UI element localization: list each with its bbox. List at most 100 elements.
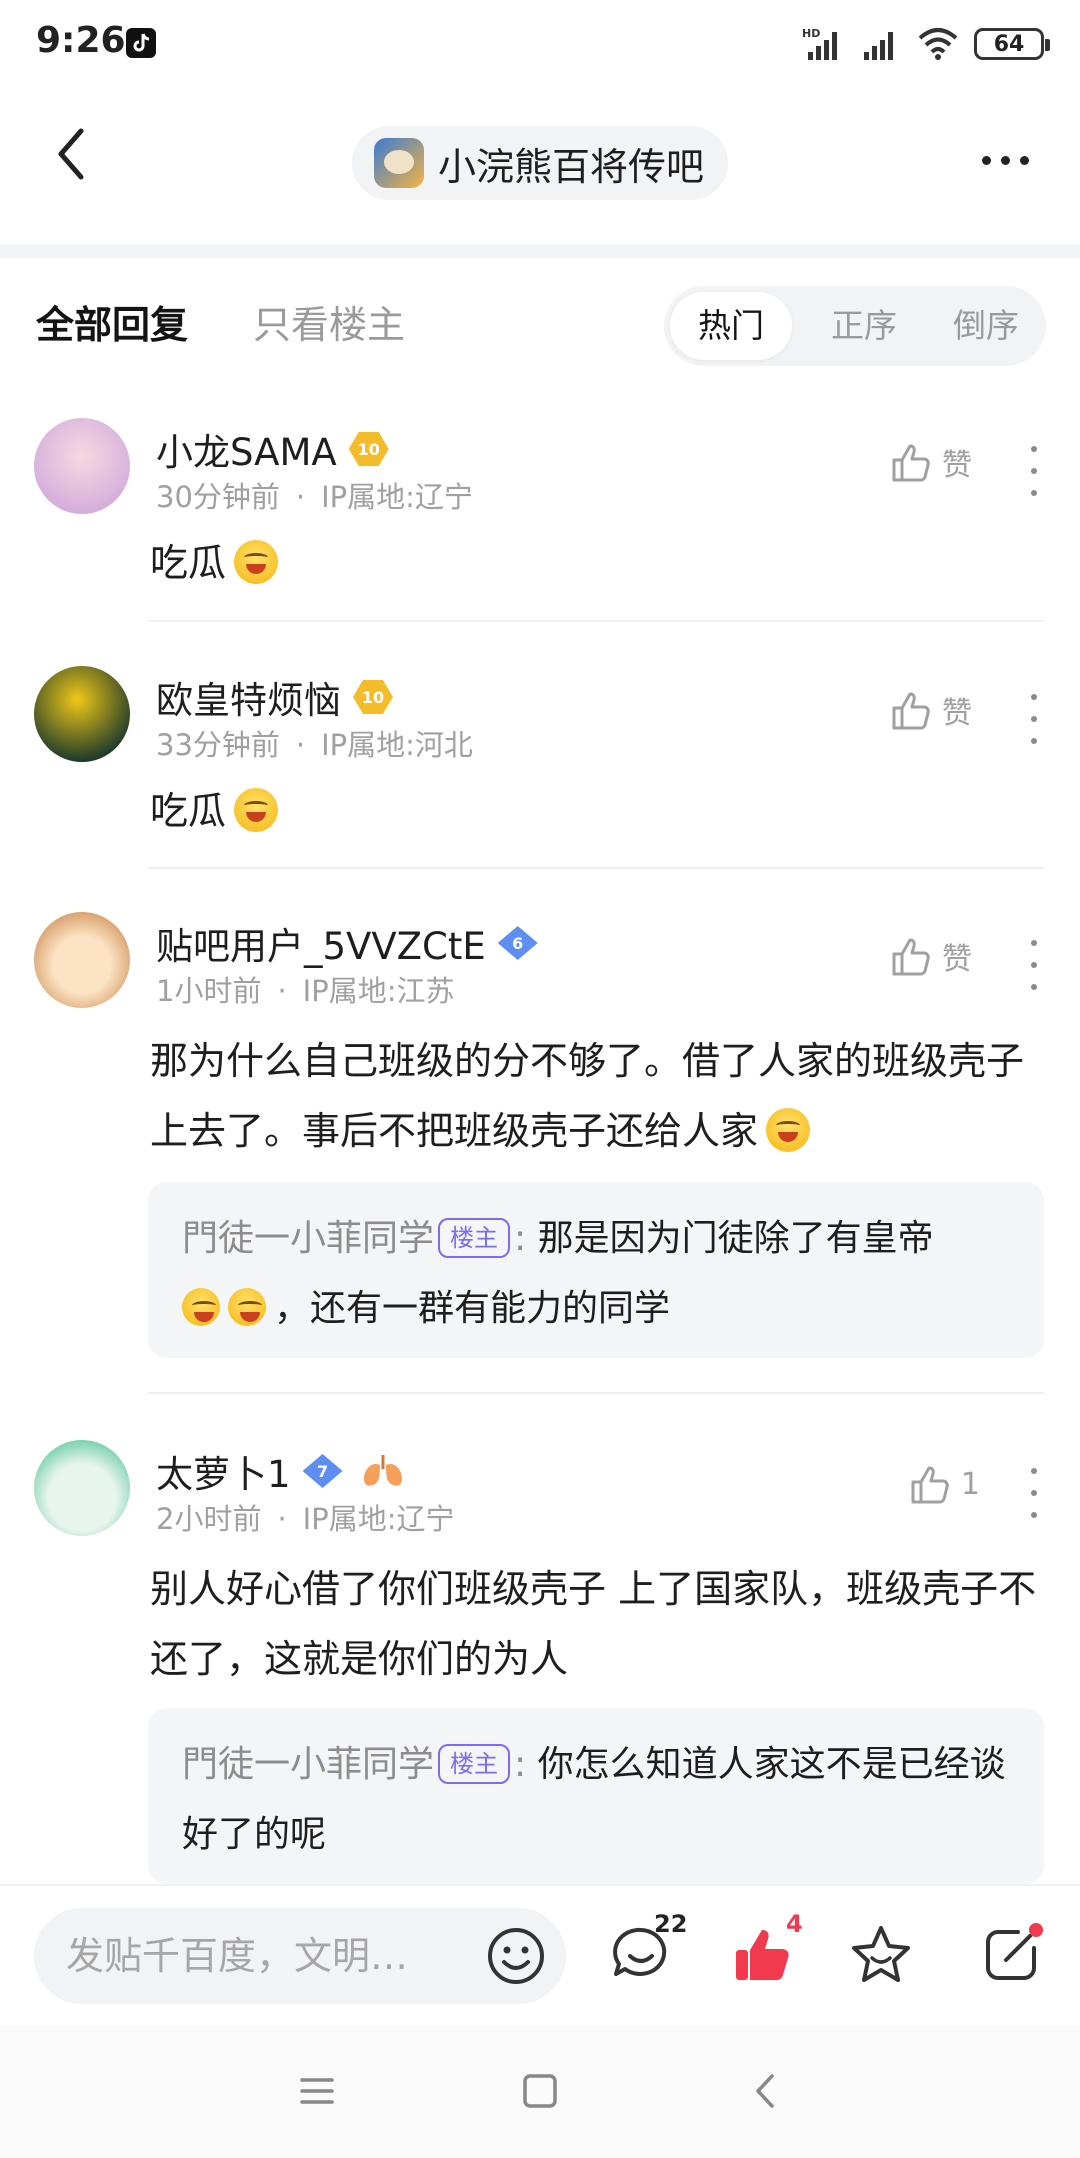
favorite-button[interactable] xyxy=(848,1922,920,1994)
username[interactable]: 欧皇特烦恼 xyxy=(156,670,341,724)
comment-text: 吃瓜 xyxy=(150,789,227,833)
grin-emoji-icon xyxy=(182,1288,220,1326)
sort-asc-button[interactable]: 正序 xyxy=(804,286,924,366)
avatar[interactable] xyxy=(34,912,130,1008)
username-row: 小龙SAMA 10 xyxy=(156,422,389,476)
sort-hot-button[interactable]: 热门 xyxy=(670,292,792,360)
svg-text:HD: HD xyxy=(802,27,820,40)
like-button[interactable]: 赞 xyxy=(890,934,972,978)
battery-indicator: 64 xyxy=(974,28,1050,60)
back-triangle-icon[interactable] xyxy=(742,2066,792,2116)
edit-icon xyxy=(986,1923,1043,1980)
dot xyxy=(1031,1468,1037,1474)
menu-icon[interactable] xyxy=(292,2066,342,2116)
comment-count-badge: 22 xyxy=(654,1910,688,1938)
level-badge: 6 xyxy=(497,926,538,960)
dot xyxy=(1031,446,1037,452)
dot xyxy=(1031,1490,1037,1496)
forum-avatar xyxy=(374,138,424,188)
meta-separator: · xyxy=(277,974,287,1008)
laughing-emoji-icon xyxy=(234,540,279,584)
comment-time: 1小时前 xyxy=(156,974,262,1008)
comments-button[interactable]: 22 xyxy=(608,1910,687,1994)
username[interactable]: 贴吧用户_5VVZCtE xyxy=(156,916,486,970)
comment-text: 吃瓜 xyxy=(150,541,227,585)
tab-op-only[interactable]: 只看楼主 xyxy=(253,294,405,349)
username[interactable]: 太萝卜1 xyxy=(156,1444,291,1498)
lungs-badge-icon xyxy=(363,1455,402,1486)
username[interactable]: 小龙SAMA xyxy=(156,422,337,476)
level-badge: 10 xyxy=(348,432,389,466)
section-divider xyxy=(0,244,1080,258)
tab-all-replies[interactable]: 全部回复 xyxy=(36,294,188,349)
thumbs-up-icon xyxy=(911,1466,949,1504)
forum-entry-button[interactable]: 小浣熊百将传吧 xyxy=(352,126,728,200)
reply-text: 那是因为门徒除了有皇帝 xyxy=(537,1218,934,1259)
home-square-icon[interactable] xyxy=(515,2066,565,2116)
thumbs-up-icon xyxy=(892,692,930,730)
comment-meta: 2小时前 · IP属地:辽宁 xyxy=(156,1496,454,1538)
ip-location: IP属地:辽宁 xyxy=(321,480,473,514)
username-row: 太萝卜1 7 xyxy=(156,1444,407,1498)
reply-filter-bar: 全部回复 只看楼主 热门 正序 倒序 xyxy=(0,280,1080,366)
comment-body: 吃瓜 xyxy=(150,528,1040,598)
bottom-action-bar: 22 4 xyxy=(0,1884,1080,2026)
username-row: 贴吧用户_5VVZCtE 6 xyxy=(156,916,538,970)
ip-location: IP属地:河北 xyxy=(321,728,473,762)
reply-text: ，还有一群有能力的同学 xyxy=(274,1288,671,1329)
star-icon xyxy=(852,1926,910,1982)
dot xyxy=(1031,468,1037,474)
reply-input-pill[interactable] xyxy=(34,1908,566,2004)
reply-author[interactable]: 門徒一小菲同学 xyxy=(182,1744,434,1785)
wifi-icon xyxy=(918,28,958,60)
avatar[interactable] xyxy=(34,418,130,514)
comment-separator xyxy=(148,867,1044,869)
grin-emoji-icon xyxy=(228,1288,266,1326)
like-button[interactable]: 赞 xyxy=(890,440,972,484)
back-button[interactable] xyxy=(40,124,100,184)
chevron-left-icon xyxy=(58,128,84,180)
sub-reply-box[interactable]: 門徒一小菲同学 楼主: 你怎么知道人家这不是已经谈好了的呢 xyxy=(148,1708,1044,1884)
ip-location: IP属地:江苏 xyxy=(302,974,455,1008)
laughing-emoji-icon xyxy=(234,788,279,832)
signal-hd-icon: HD xyxy=(802,27,837,60)
comment-more-button[interactable] xyxy=(1022,1468,1046,1518)
comment-time: 2小时前 xyxy=(156,1502,262,1536)
dot xyxy=(1031,1512,1037,1518)
sort-desc-button[interactable]: 倒序 xyxy=(926,286,1046,366)
write-post-button[interactable] xyxy=(978,1922,1050,1994)
emoji-picker-icon[interactable] xyxy=(486,1926,546,1986)
comment-time: 33分钟前 xyxy=(156,728,280,762)
comment-body: 那为什么自己班级的分不够了。借了人家的班级壳子上去了。事后不把班级壳子还给人家 xyxy=(150,1026,1040,1166)
reply-colon: : xyxy=(514,1744,527,1785)
dot xyxy=(1031,694,1037,700)
top-nav: 小浣熊百将传吧 xyxy=(0,90,1080,230)
like-button[interactable]: 赞 xyxy=(890,688,972,732)
sub-reply-box[interactable]: 門徒一小菲同学 楼主: 那是因为门徒除了有皇帝 ，还有一群有能力的同学 xyxy=(148,1182,1044,1358)
like-button[interactable]: 1 xyxy=(909,1462,980,1506)
comment-more-button[interactable] xyxy=(1022,446,1046,496)
reply-input[interactable] xyxy=(66,1908,486,2004)
reply-colon: : xyxy=(514,1218,527,1259)
comment-meta: 30分钟前 · IP属地:辽宁 xyxy=(156,474,473,516)
comment-time: 30分钟前 xyxy=(156,480,280,514)
meta-separator: · xyxy=(295,480,306,514)
more-options-button[interactable] xyxy=(970,130,1040,190)
thumbs-up-icon xyxy=(892,938,930,976)
like-label: 赞 xyxy=(942,942,972,977)
reply-author[interactable]: 門徒一小菲同学 xyxy=(182,1218,434,1259)
dot xyxy=(1031,984,1037,990)
dot xyxy=(981,155,991,165)
post-like-button[interactable]: 4 xyxy=(730,1910,803,1994)
level-badge: 7 xyxy=(302,1454,343,1488)
system-nav-bar xyxy=(0,2026,1080,2158)
status-bar: 9:26 HD 64 xyxy=(0,0,1080,90)
like-label: 赞 xyxy=(942,696,972,731)
avatar[interactable] xyxy=(34,666,130,762)
avatar[interactable] xyxy=(34,1440,130,1536)
comment-more-button[interactable] xyxy=(1022,940,1046,990)
status-icons: HD 64 xyxy=(802,24,1050,64)
comment-text: 那为什么自己班级的分不够了。借了人家的班级壳子上去了。事后不把班级壳子还给人家 xyxy=(150,1039,1025,1153)
comment-more-button[interactable] xyxy=(1022,694,1046,744)
tiktok-notification-icon xyxy=(126,28,156,58)
